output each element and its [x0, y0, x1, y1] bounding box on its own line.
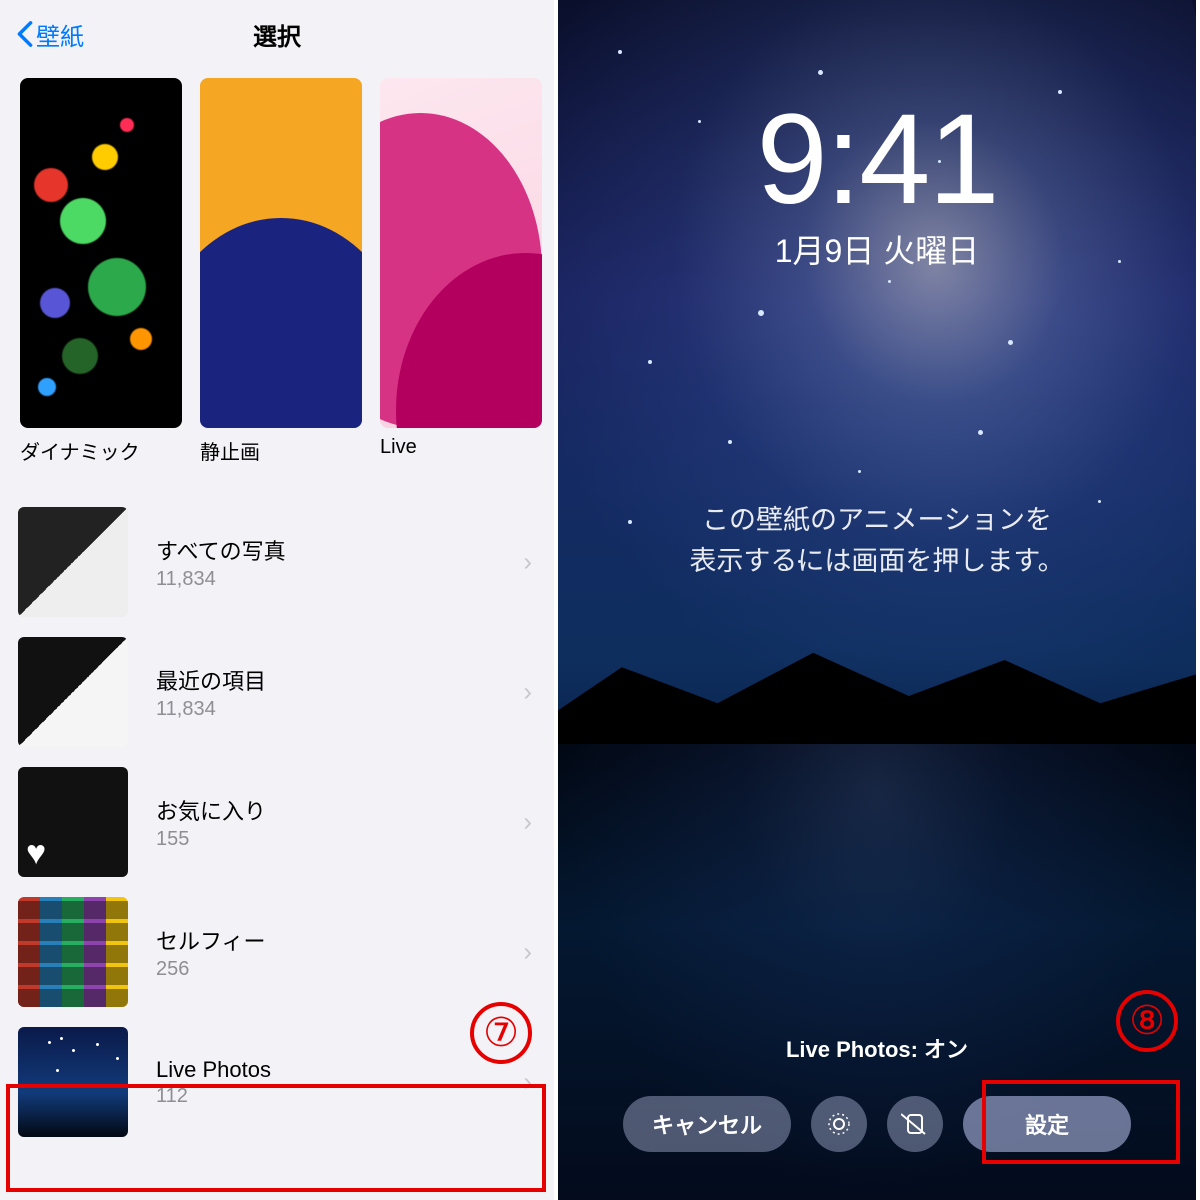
perspective-zoom-button[interactable] — [887, 1096, 943, 1152]
page-title: 選択 — [253, 17, 301, 52]
category-thumb-dynamic — [20, 78, 182, 428]
album-count: 155 — [156, 828, 536, 851]
category-label: Live — [380, 436, 542, 459]
chevron-right-icon: › — [523, 677, 532, 708]
album-title: お気に入り — [156, 794, 536, 826]
wallpaper-preview-screen: 9:41 1月9日 火曜日 この壁紙のアニメーションを 表示するには画面を押しま… — [558, 0, 1196, 1200]
chevron-right-icon: › — [523, 807, 532, 838]
back-label: 壁紙 — [36, 17, 84, 52]
lock-screen-time: 9:41 — [558, 86, 1196, 233]
annotation-step-badge-7: ⑦ — [470, 1002, 532, 1064]
category-label: ダイナミック — [20, 436, 182, 465]
album-title: セルフィー — [156, 924, 536, 956]
perspective-zoom-icon — [901, 1110, 929, 1138]
bottom-action-bar: キャンセル 設定 — [558, 1096, 1196, 1152]
album-row-recents[interactable]: 最近の項目 11,834 › — [0, 627, 554, 757]
category-live[interactable]: Live — [380, 78, 542, 465]
album-title: すべての写真 — [156, 534, 536, 566]
instruction-line-2: 表示するには画面を押します。 — [689, 546, 1064, 576]
wallpaper-chooser-screen: 壁紙 選択 ダイナミック 静止画 Live — [0, 0, 558, 1200]
wallpaper-categories: ダイナミック 静止画 Live — [0, 68, 554, 475]
chevron-right-icon: › — [523, 547, 532, 578]
set-button[interactable]: 設定 — [963, 1096, 1131, 1152]
album-count: 11,834 — [156, 698, 536, 721]
album-thumb — [18, 897, 128, 1007]
instruction-text: この壁紙のアニメーションを 表示するには画面を押します。 — [558, 500, 1196, 581]
album-title: Live Photos — [156, 1057, 536, 1083]
album-count: 256 — [156, 958, 536, 981]
category-label: 静止画 — [200, 436, 362, 465]
set-label: 設定 — [1025, 1108, 1069, 1140]
live-photo-icon — [825, 1110, 853, 1138]
album-thumb — [18, 507, 128, 617]
album-row-selfies[interactable]: セルフィー 256 › — [0, 887, 554, 1017]
category-still[interactable]: 静止画 — [200, 78, 362, 465]
cancel-label: キャンセル — [652, 1108, 762, 1140]
lock-screen-date: 1月9日 火曜日 — [558, 226, 1196, 272]
album-count: 112 — [156, 1085, 536, 1108]
annotation-step-badge-8: ⑧ — [1116, 990, 1178, 1052]
nav-bar: 壁紙 選択 — [0, 0, 554, 68]
album-thumb — [18, 1027, 128, 1137]
category-thumb-still — [200, 78, 362, 428]
instruction-line-1: この壁紙のアニメーションを — [702, 505, 1052, 535]
album-title: 最近の項目 — [156, 664, 536, 696]
chevron-left-icon — [16, 20, 34, 48]
album-row-favorites[interactable]: お気に入り 155 › — [0, 757, 554, 887]
album-row-all-photos[interactable]: すべての写真 11,834 › — [0, 497, 554, 627]
chevron-right-icon: › — [523, 937, 532, 968]
album-count: 11,834 — [156, 568, 536, 591]
category-thumb-live — [380, 78, 542, 428]
cancel-button[interactable]: キャンセル — [623, 1096, 791, 1152]
live-photo-toggle-button[interactable] — [811, 1096, 867, 1152]
album-list: すべての写真 11,834 › 最近の項目 11,834 › お気に入り 155… — [0, 497, 554, 1147]
chevron-right-icon: › — [523, 1067, 532, 1098]
back-button[interactable]: 壁紙 — [16, 17, 84, 52]
live-photos-status: Live Photos: オン — [558, 1032, 1196, 1064]
album-thumb — [18, 767, 128, 877]
album-thumb — [18, 637, 128, 747]
category-dynamic[interactable]: ダイナミック — [20, 78, 182, 465]
